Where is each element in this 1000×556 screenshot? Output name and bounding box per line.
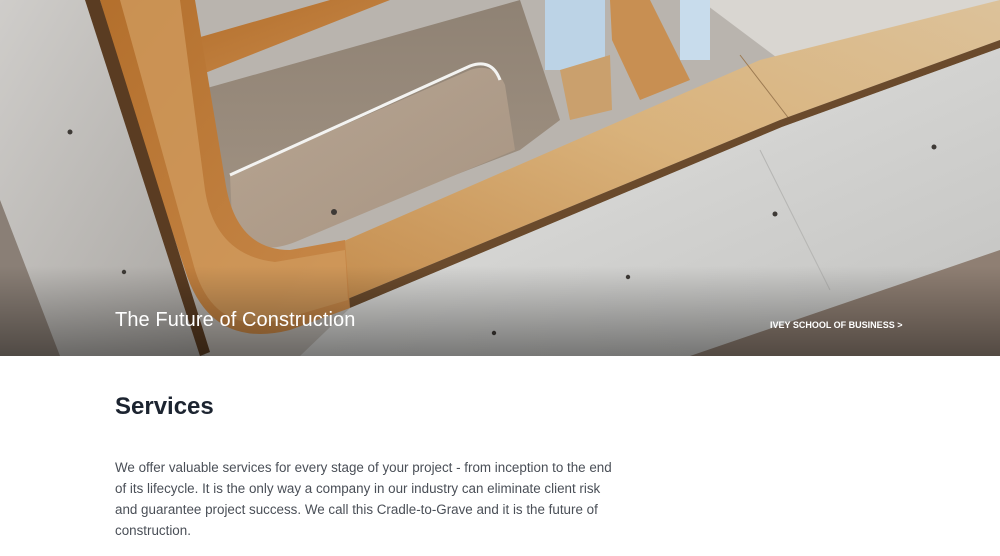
ivey-school-link[interactable]: IVEY SCHOOL OF BUSINESS > [770,320,902,330]
hero-title: The Future of Construction [115,309,356,331]
services-heading: Services [115,393,214,420]
services-description: We offer valuable services for every sta… [115,460,612,538]
hero-banner: The Future of Construction IVEY SCHOOL O… [0,0,1000,356]
